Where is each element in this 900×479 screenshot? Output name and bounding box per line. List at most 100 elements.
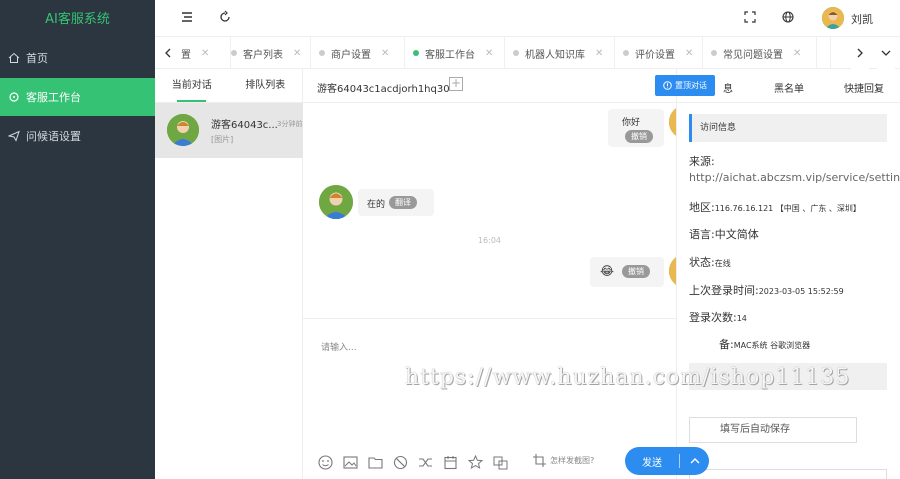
tabs-dropdown-button[interactable]: [877, 37, 895, 69]
app-root: AI客服系统 首页 客服工作台 问候语设置 刘凯 置 ✕ 客户列表 ✕ 商户设置…: [0, 0, 900, 479]
conversation-preview: [图片]: [211, 135, 234, 144]
star-icon[interactable]: [467, 454, 484, 471]
tab-customer-list[interactable]: 客户列表 ✕: [223, 37, 311, 69]
note-input[interactable]: 填写后自动保存: [689, 417, 857, 443]
conversation-list-item[interactable]: 游客64043c... 3分钟前 [图片]: [155, 103, 303, 158]
send-icon: [8, 130, 20, 142]
recall-button[interactable]: 撤销: [622, 265, 650, 278]
home-icon: [8, 52, 20, 63]
agent-avatar: [669, 254, 676, 288]
extra-field[interactable]: [689, 469, 887, 479]
section-title: 访问信息: [689, 114, 887, 142]
close-icon[interactable]: ✕: [685, 48, 693, 59]
tab-rating-settings[interactable]: 评价设置 ✕: [615, 37, 703, 69]
info-circle-icon: [663, 81, 672, 90]
close-icon[interactable]: ✕: [201, 48, 209, 59]
sidebar-item-home[interactable]: 首页: [0, 39, 155, 77]
sidebar-item-label: 问候语设置: [26, 130, 81, 143]
tab-current-conversations[interactable]: 当前对话: [155, 69, 229, 102]
close-icon[interactable]: ✕: [293, 48, 301, 59]
message-input-area[interactable]: 请输入... 怎样发截图? 发送: [303, 318, 709, 479]
message-input-placeholder[interactable]: 请输入...: [321, 340, 357, 353]
language-label: 语言:: [689, 228, 715, 241]
sidebar-item-label: 客服工作台: [26, 91, 81, 104]
recall-button[interactable]: 撤销: [625, 130, 653, 143]
status-value: 在线: [714, 259, 731, 268]
tab-overflow-partial[interactable]: [817, 37, 831, 69]
login-count-row: 登录次数:14: [689, 309, 747, 325]
add-icon[interactable]: +: [449, 77, 463, 91]
conversation-name: 游客64043c...: [211, 120, 277, 131]
close-icon[interactable]: ✕: [595, 48, 603, 59]
message-emoji: 😂: [600, 264, 615, 278]
sidebar-item-workbench[interactable]: 客服工作台: [0, 78, 155, 116]
source-value[interactable]: http://aichat.abczsm.vip/service/setting…: [689, 171, 900, 184]
translate-button[interactable]: 翻译: [389, 196, 417, 209]
chevron-down-icon: [881, 50, 891, 56]
tab-agent-workbench[interactable]: 客服工作台 ✕: [405, 37, 505, 69]
tab-queue-list[interactable]: 排队列表: [229, 69, 303, 102]
tab-label: 机器人知识库: [525, 49, 585, 61]
send-button[interactable]: 发送: [625, 447, 709, 475]
agent-avatar-image: [669, 105, 676, 139]
device-row: 备:MAC系统 谷歌浏览器: [719, 336, 810, 352]
tab-faq-settings[interactable]: 常见问题设置 ✕: [703, 37, 817, 69]
close-icon[interactable]: ✕: [381, 48, 389, 59]
top-header: 刘凯: [155, 0, 900, 37]
tab-label: 商户设置: [331, 49, 371, 61]
tab-status-dot: [413, 50, 419, 56]
region-value: 116.76.16.121 【中国 、广东 、深圳】: [714, 204, 861, 213]
calendar-icon[interactable]: [442, 454, 459, 471]
source-label: 来源:: [689, 155, 715, 168]
tabs-scroll-right-button[interactable]: [851, 37, 869, 69]
screenshot-help-link[interactable]: 怎样发截图?: [533, 454, 594, 467]
tab-label: 客户列表: [243, 49, 283, 61]
visitor-avatar: [319, 185, 353, 219]
visitor-info-panel: 息 黑名单 快捷回复 访问信息 来源: http://aichat.abczsm…: [676, 69, 900, 479]
visitor-avatar-image: [319, 185, 353, 219]
status-label: 状态:: [689, 256, 715, 269]
close-icon[interactable]: ✕: [793, 48, 801, 59]
translate-icon[interactable]: [492, 454, 509, 471]
region-label: 地区:: [689, 201, 715, 214]
refresh-icon[interactable]: [218, 10, 232, 24]
tab-robot-knowledge[interactable]: 机器人知识库 ✕: [505, 37, 615, 69]
tab-quick-replies[interactable]: 快捷回复: [844, 80, 884, 95]
conversation-tabs: 当前对话 排队列表: [155, 69, 302, 103]
crop-icon: [533, 454, 546, 467]
chat-title: 游客64043c1acdjorh1hq30: [317, 84, 450, 95]
fullscreen-icon[interactable]: [743, 10, 757, 24]
user-avatar[interactable]: [822, 7, 844, 29]
transfer-icon[interactable]: [417, 454, 434, 471]
sidebar-item-greetings[interactable]: 问候语设置: [0, 117, 155, 155]
tab-visitor-info[interactable]: 息: [723, 80, 733, 95]
image-icon[interactable]: [342, 454, 359, 471]
close-icon[interactable]: ✕: [485, 48, 493, 59]
tab-label: 客服工作台: [425, 49, 475, 61]
folder-icon[interactable]: [367, 454, 384, 471]
tab-status-dot: [513, 50, 519, 56]
message-timestamp: 16:04: [477, 236, 502, 245]
language-globe-icon[interactable]: [781, 10, 795, 24]
menu-toggle-icon[interactable]: [180, 10, 194, 24]
send-options-button[interactable]: [680, 456, 709, 467]
visitor-avatar-image: [167, 114, 199, 146]
user-name[interactable]: 刘凯: [851, 11, 873, 27]
tab-status-dot: [711, 50, 717, 56]
device-label: 备:: [719, 338, 734, 351]
chevron-left-icon: [165, 48, 171, 58]
chat-icon: [9, 92, 19, 102]
login-count-label: 登录次数:: [689, 311, 737, 324]
chat-header: 游客64043c1acdjorh1hq30 + 置顶对话: [303, 69, 715, 103]
language-row: 语言:中文简体: [689, 226, 759, 242]
region-row: 地区:116.76.16.121 【中国 、广东 、深圳】: [689, 199, 861, 215]
tab-blacklist[interactable]: 黑名单: [774, 80, 804, 95]
tab-merchant-settings[interactable]: 商户设置 ✕: [311, 37, 405, 69]
pin-conversation-button[interactable]: 置顶对话: [655, 75, 715, 96]
block-icon[interactable]: [392, 454, 409, 471]
emoji-icon[interactable]: [317, 454, 334, 471]
conversation-panel: 当前对话 排队列表 游客64043c... 3分钟前 [图片]: [155, 69, 303, 479]
send-button-label: 发送: [642, 457, 662, 469]
tab-status-dot: [231, 50, 237, 56]
chat-messages: 你好 撤销 在的 翻译 16:04 😂 撤销: [303, 103, 676, 318]
